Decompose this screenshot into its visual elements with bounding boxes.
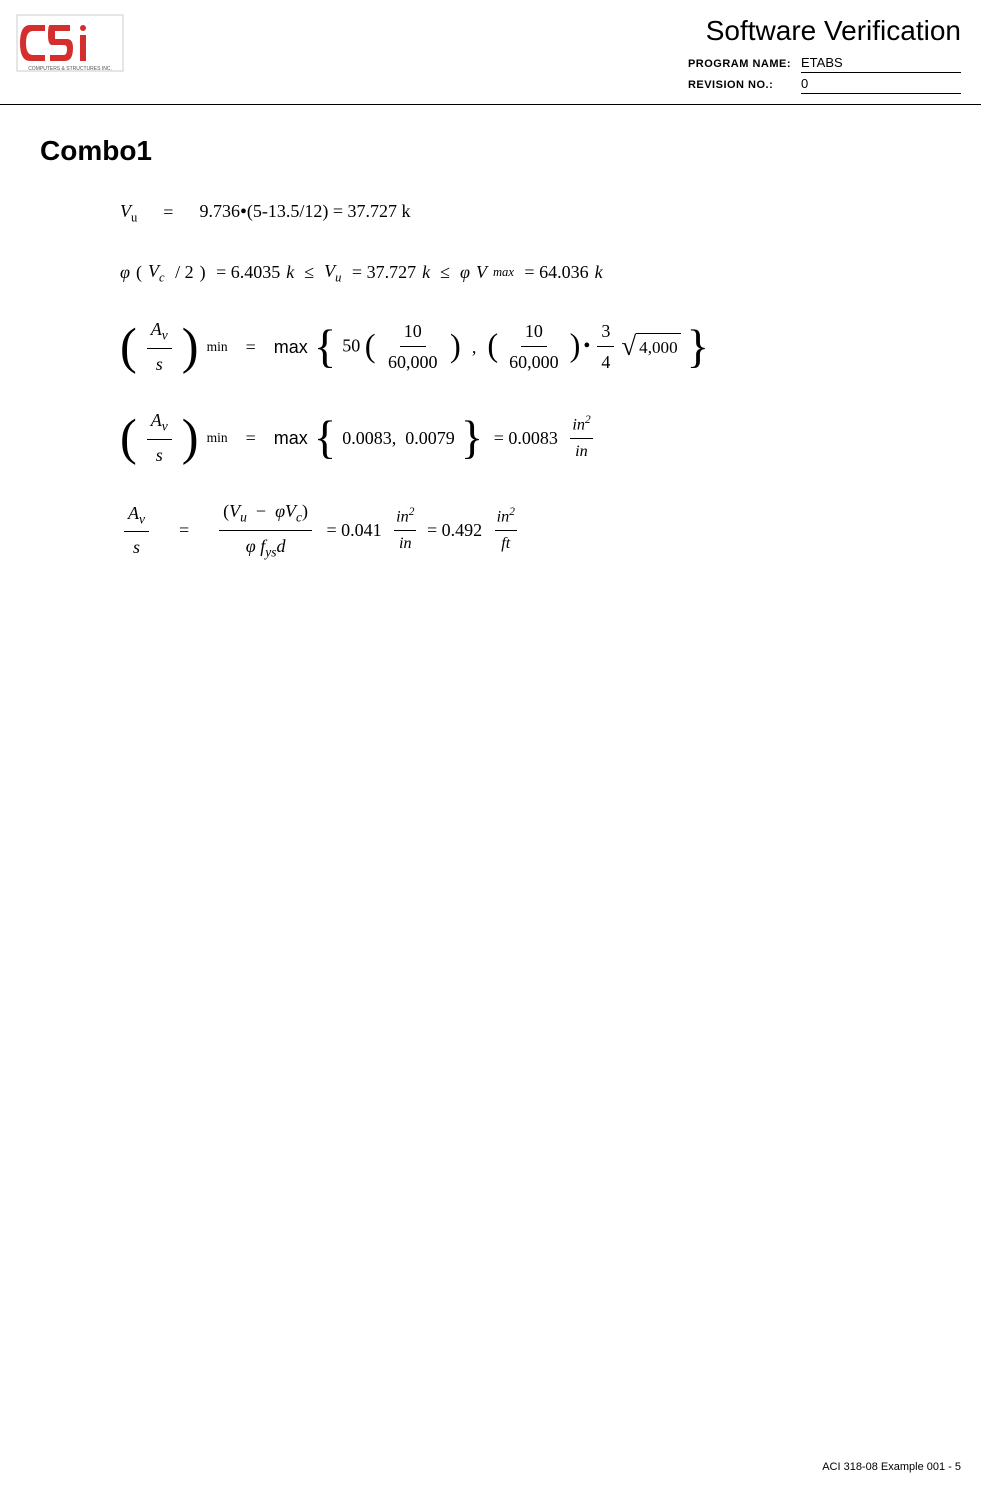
eq2-val3: = 64.036 [520, 258, 589, 287]
eq3-max: max [274, 333, 308, 362]
revision-label: REVISION NO.: [688, 73, 801, 94]
eq3-frac-avs: Av s [143, 315, 176, 378]
eq1-lhs: Vu [120, 197, 137, 228]
eq2-val1: = 6.4035 [212, 258, 281, 287]
equation-2: φ ( Vc / 2 ) = 6.4035 k ≤ Vu = 37.727 k … [120, 257, 941, 288]
eq2-open-paren: ( [136, 258, 142, 287]
eq3-open-brace: { [314, 326, 336, 368]
revision-value: 0 [801, 73, 961, 94]
eq5-val1: = 0.041 [322, 516, 386, 545]
eq5-unit2: in2 ft [495, 503, 517, 557]
eq3-open-paren: ( [120, 324, 137, 369]
eq3-term1: 50 ( 10 60,000 ) [342, 317, 461, 378]
eq5-val2: = 0.492 [422, 516, 486, 545]
eq2-vc: Vc [148, 257, 165, 288]
svg-text:COMPUTERS & STRUCTURES INC.: COMPUTERS & STRUCTURES INC. [28, 66, 112, 72]
eq2-divider: / 2 [171, 258, 194, 287]
eq3-comma: , [472, 333, 477, 362]
header-right: Software Verification PROGRAM NAME: ETAB… [688, 10, 961, 94]
eq3-close-paren: ) [182, 324, 199, 369]
equation-4: ( Av s ) min = max { 0.0083, 0.0079 } = … [120, 406, 941, 469]
eq5-frac: (Vu − φVc) φ fysd [215, 497, 316, 562]
eq5-equals: = [179, 516, 189, 545]
eq3-min-sub: min [207, 336, 228, 358]
eq4-max: max [274, 424, 308, 453]
program-name-value: ETABS [801, 55, 961, 73]
eq4-result: = 0.0083 [489, 424, 562, 453]
eq4-equals: = [246, 424, 256, 453]
equation-3: ( Av s ) min = max { 50 ( 10 60,000 ) [120, 315, 941, 378]
main-content: Combo1 Vu = 9.736•(5-13.5/12) = 37.727 k… [0, 105, 981, 603]
section-title: Combo1 [40, 135, 941, 167]
eq3-term2: ( 10 60,000 ) • 3 4 √ 4,000 [487, 317, 680, 378]
eq4-min-sub: min [207, 427, 228, 449]
eq2-close-paren: ) [200, 258, 206, 287]
equation-5: Av s = (Vu − φVc) φ fysd [120, 497, 941, 562]
eq5-unit1: in2 in [394, 503, 416, 557]
page-header: COMPUTERS & STRUCTURES INC. Software Ver… [0, 0, 981, 105]
eq5-lhs: Av s [120, 499, 153, 562]
equation-1: Vu = 9.736•(5-13.5/12) = 37.727 k [120, 197, 941, 229]
logo: COMPUTERS & STRUCTURES INC. [10, 10, 130, 75]
eq2-phi: φ [120, 258, 130, 287]
eq2-leq1: ≤ [304, 258, 314, 287]
eq2-val2: = 37.727 [347, 258, 416, 287]
eq3-close-brace: } [687, 326, 709, 368]
eq4-close-paren: ) [182, 415, 199, 460]
eq3-equals: = [246, 333, 256, 362]
page-footer: ACI 318-08 Example 001 - 5 [822, 1461, 961, 1473]
eq4-values: 0.0083, 0.0079 [342, 424, 455, 453]
eq4-frac: Av s [147, 406, 172, 469]
eq1-rhs: 9.736•(5-13.5/12) = 37.727 k [199, 197, 410, 229]
equations-block: Vu = 9.736•(5-13.5/12) = 37.727 k φ ( Vc… [120, 197, 941, 563]
eq1-equals: = [163, 198, 173, 227]
page-title: Software Verification [706, 15, 961, 47]
program-name-label: PROGRAM NAME: [688, 55, 801, 73]
eq4-unit: in2 in [570, 411, 592, 465]
eq4-open-paren: ( [120, 415, 137, 460]
eq2-leq2: ≤ [440, 258, 450, 287]
